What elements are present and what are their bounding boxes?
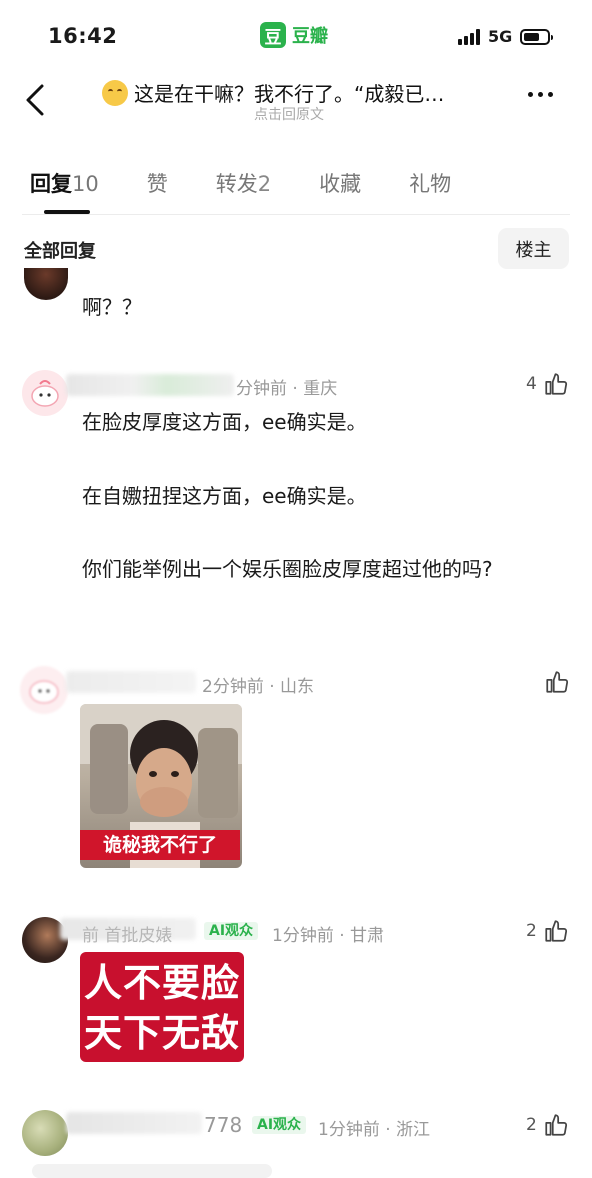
tab-favorites[interactable]: 收藏 (319, 168, 361, 198)
tab-likes[interactable]: 赞 (147, 168, 168, 198)
tab-reposts[interactable]: 转发2 (216, 168, 271, 198)
more-options-icon[interactable] (528, 92, 553, 97)
tab-count: 10 (72, 172, 99, 196)
ai-tag-label: AI观众 (252, 1116, 307, 1134)
like-count: 2 (526, 921, 537, 941)
battery-icon (520, 28, 554, 45)
comment-meta: 1分钟前 · 甘肃 (272, 926, 385, 946)
like-button[interactable]: 4 (526, 371, 569, 397)
network-type: 5G (488, 27, 513, 46)
username-redacted[interactable] (66, 374, 234, 396)
avatar[interactable] (22, 1110, 68, 1156)
sticker-image[interactable]: 诡秘我不行了 (80, 704, 242, 868)
cartoon-bird-icon (29, 680, 59, 704)
tab-replies[interactable]: 回复10 (30, 168, 99, 198)
thumbs-up-icon (545, 1114, 567, 1136)
status-time: 16:42 (48, 24, 118, 48)
smiling-face-icon (102, 79, 128, 106)
comment-paragraph: 在脸皮厚度这方面，ee确实是。 (82, 410, 367, 434)
comment-paragraph: 你们能举例出一个娱乐圈脸皮厚度超过他的吗? (82, 557, 493, 581)
divider (22, 214, 570, 215)
app-indicator[interactable]: 豆 豆瓣 (260, 22, 328, 48)
comment-text: 啊？？ (82, 295, 142, 319)
avatar[interactable] (22, 370, 68, 416)
app-name: 豆瓣 (292, 26, 328, 47)
tab-bar: 回复10 赞 转发2 收藏 礼物 (30, 168, 499, 198)
tab-label: 转发 (215, 172, 258, 196)
thumbs-up-icon (545, 920, 567, 942)
post-title-text: 这是在干嘛？我不行了。“成毅已… (134, 82, 445, 106)
sticker-text-line: 人不要脸 (83, 960, 240, 1005)
comment-meta: 分钟前 · 重庆 (236, 379, 338, 399)
tab-label: 回复 (30, 172, 72, 196)
ai-audience-tag: AI观众 (204, 920, 259, 940)
username-partial: 前 首批皮婊 (82, 926, 173, 946)
signal-icon (458, 28, 480, 45)
thumbs-up-icon (545, 373, 567, 395)
username-partial: 778 (204, 1113, 243, 1137)
comment-meta: 1分钟前 · 浙江 (318, 1120, 431, 1140)
op-only-button[interactable]: 楼主 (498, 228, 569, 269)
back-to-post-link[interactable]: 点击回原文 (254, 104, 324, 124)
like-button[interactable] (544, 669, 570, 695)
comment-paragraph: 在自嫐扭捏这方面，ee确实是。 (82, 484, 367, 508)
username-redacted[interactable] (66, 1112, 202, 1134)
avatar[interactable] (20, 666, 68, 714)
username-redacted[interactable] (66, 671, 196, 693)
all-replies-label: 全部回复 (24, 241, 96, 262)
back-button[interactable] (22, 82, 52, 118)
ai-tag-label: AI观众 (204, 922, 259, 940)
douban-logo-icon: 豆 (260, 22, 286, 48)
post-title[interactable]: 这是在干嘛？我不行了。“成毅已… (102, 78, 444, 107)
avatar[interactable] (24, 268, 68, 300)
like-button[interactable]: 2 (526, 918, 569, 944)
like-count: 2 (526, 1115, 537, 1135)
ai-audience-tag: AI观众 (252, 1114, 307, 1134)
tab-label: 礼物 (409, 172, 452, 196)
tab-gifts[interactable]: 礼物 (409, 168, 451, 198)
like-count: 4 (526, 374, 537, 394)
tab-count: 2 (257, 172, 272, 196)
sticker-image[interactable]: 人不要脸 天下无敌 (80, 952, 244, 1062)
sticker-caption: 诡秘我不行了 (80, 830, 240, 860)
tab-label: 收藏 (319, 172, 362, 196)
sticker-text-line: 天下无敌 (83, 1010, 240, 1055)
thumbs-up-icon (546, 671, 569, 693)
cartoon-bird-icon (31, 380, 59, 407)
tab-label: 赞 (146, 172, 168, 196)
chevron-left-icon (26, 84, 44, 116)
like-button[interactable]: 2 (526, 1112, 569, 1138)
status-indicators: 5G (458, 27, 554, 46)
comment-meta: 2分钟前 · 山东 (202, 677, 315, 697)
